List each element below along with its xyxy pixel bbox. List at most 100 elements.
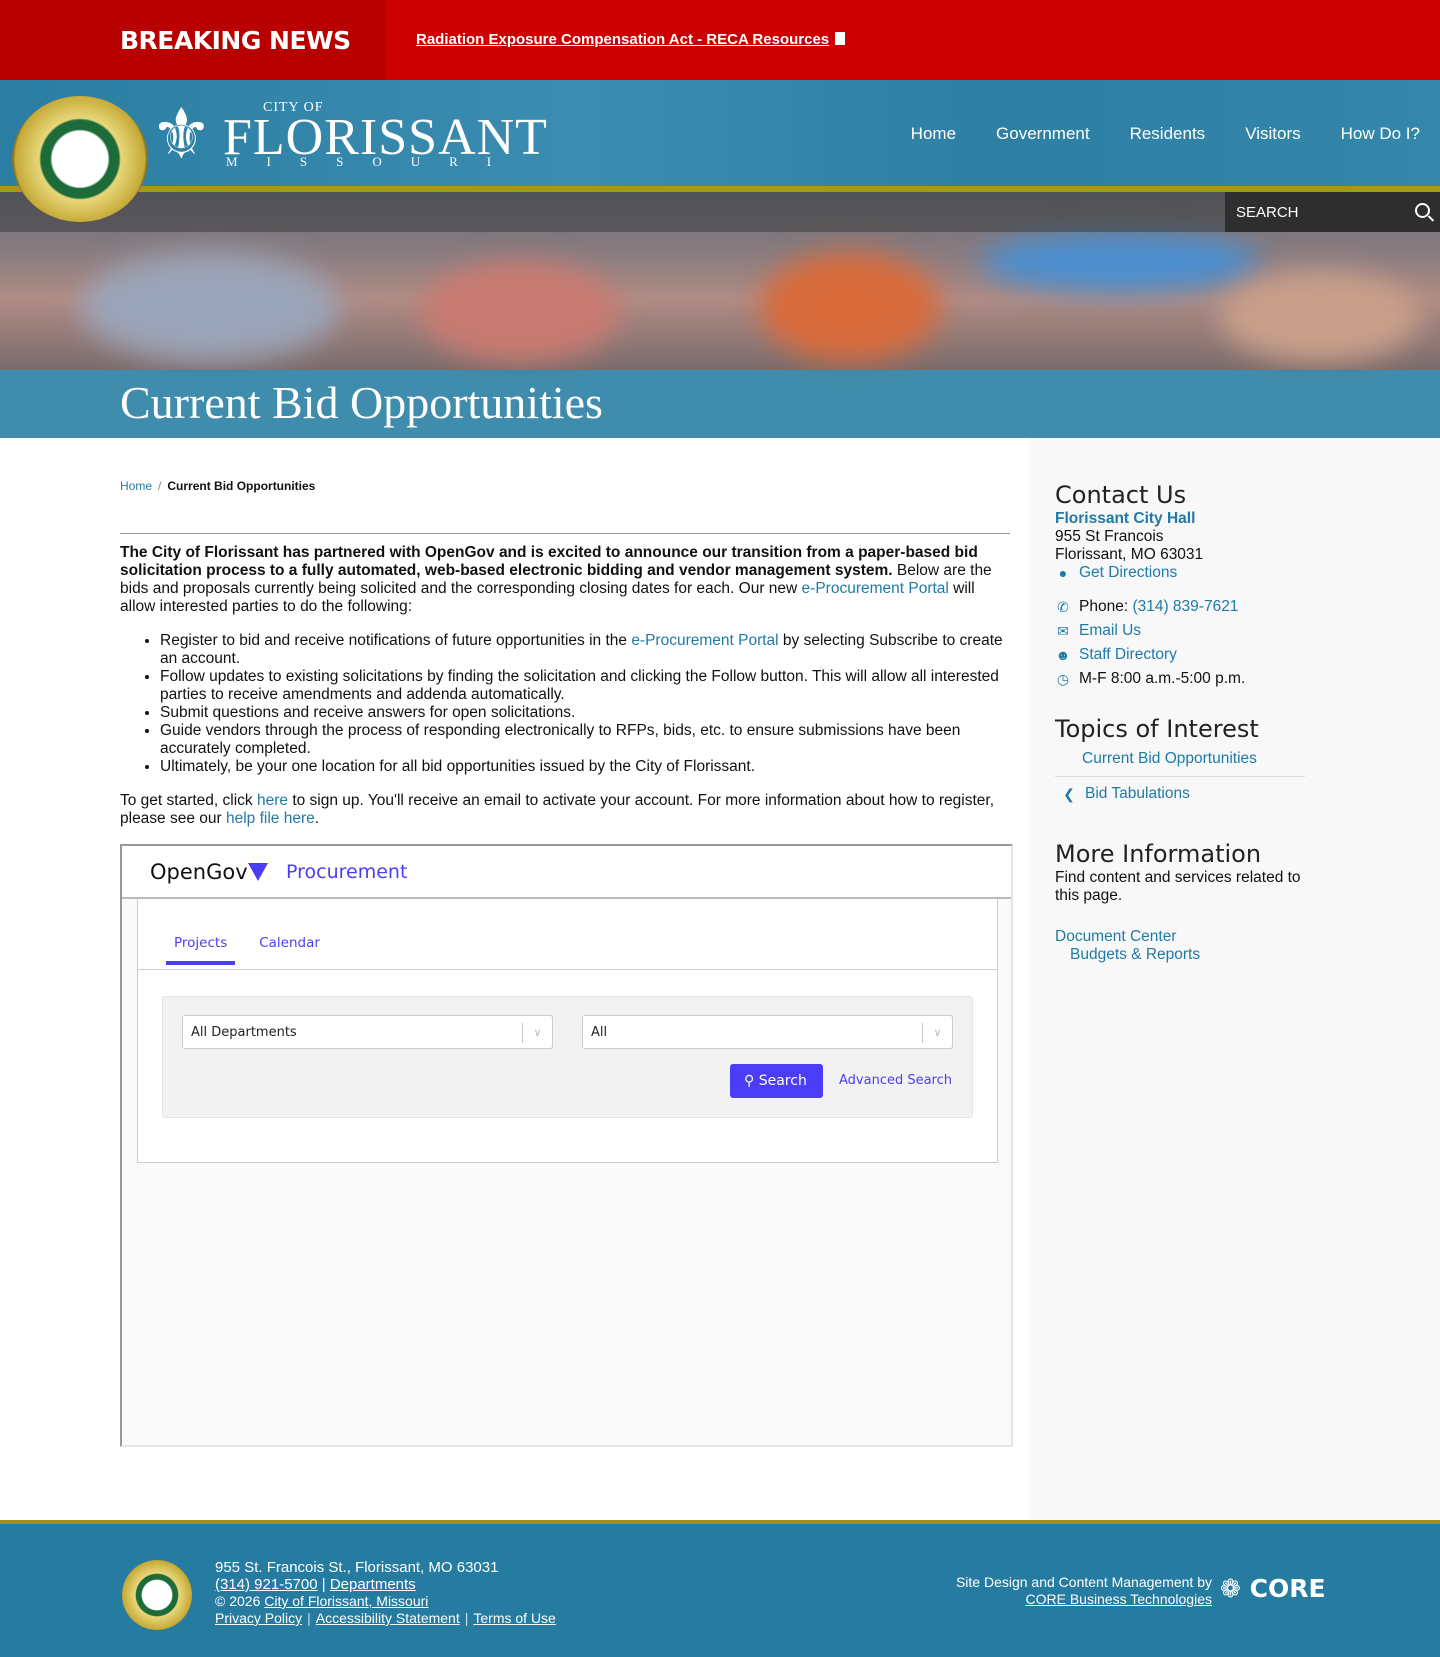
topic-current-bids[interactable]: Current Bid Opportunities <box>1082 750 1257 767</box>
nav-visitors[interactable]: Visitors <box>1245 124 1300 144</box>
intro-bold: The City of Florissant has partnered wit… <box>120 544 978 579</box>
separator: | <box>464 1610 469 1626</box>
widget-panel: Projects Calendar All Departments ∨ All ∨ … <box>137 899 998 1163</box>
core-swirl-icon: ❁ <box>1220 1574 1241 1603</box>
office-link[interactable]: Florissant City Hall <box>1055 510 1305 528</box>
feature-list: Register to bid and receive notification… <box>160 632 1010 776</box>
privacy-policy-link[interactable]: Privacy Policy <box>215 1610 302 1626</box>
list-text: Register to bid and receive notification… <box>160 632 632 649</box>
contact-heading: Contact Us <box>1055 481 1187 509</box>
start-text: To get started, click <box>120 792 257 809</box>
nav-how-do-i[interactable]: How Do I? <box>1341 124 1420 144</box>
accessibility-link[interactable]: Accessibility Statement <box>316 1610 460 1626</box>
credit-text: Site Design and Content Management by <box>955 1574 1212 1590</box>
department-select[interactable]: All Departments ∨ <box>182 1015 553 1049</box>
breaking-news-label: BREAKING NEWS <box>0 0 385 80</box>
search-button[interactable]: ⚲ Search <box>730 1064 823 1098</box>
filter-box: All Departments ∨ All ∨ ⚲ Search Advanced … <box>162 996 973 1118</box>
department-value: All Departments <box>191 1025 297 1040</box>
city-link[interactable]: City of Florissant, Missouri <box>264 1593 428 1609</box>
nav-home[interactable]: Home <box>911 124 956 144</box>
signup-link[interactable]: here <box>257 792 288 809</box>
period: . <box>314 810 320 827</box>
core-logo[interactable]: ❁ CORE <box>1220 1574 1326 1603</box>
opengov-triangle-icon <box>247 863 268 881</box>
advanced-search-link[interactable]: Advanced Search <box>839 1073 952 1088</box>
brand-text: OpenGov <box>150 860 248 884</box>
directions-link[interactable]: Get Directions <box>1079 564 1177 582</box>
topics-heading: Topics of Interest <box>1055 715 1259 743</box>
email-link[interactable]: Email Us <box>1079 622 1141 640</box>
terms-link[interactable]: Terms of Use <box>473 1610 555 1626</box>
envelope-icon: ✉ <box>1057 623 1069 639</box>
search-label: Search <box>758 1073 807 1089</box>
map-marker-icon: ● <box>1058 565 1068 581</box>
tab-calendar[interactable]: Calendar <box>251 935 328 965</box>
eprocurement-link[interactable]: e-Procurement Portal <box>802 580 949 597</box>
tab-divider <box>138 969 997 970</box>
footer-address: 955 St. Francois St., Florissant, MO 630… <box>215 1559 499 1576</box>
users-icon: ☻ <box>1055 647 1071 663</box>
page-title: Current Bid Opportunities <box>120 377 603 428</box>
site-credit: Site Design and Content Management by CO… <box>956 1574 1212 1608</box>
chevron-down-icon: ∨ <box>922 1023 952 1043</box>
search-input[interactable]: SEARCH <box>1225 192 1440 232</box>
divider <box>120 533 1010 534</box>
arrow-circle-left-icon: ❮ <box>1063 786 1075 802</box>
more-info-heading: More Information <box>1055 840 1262 868</box>
breadcrumb-separator: / <box>158 479 162 493</box>
footer-departments-link[interactable]: Departments <box>330 1576 416 1593</box>
list-item: Submit questions and receive answers for… <box>160 704 1010 722</box>
budgets-reports-link[interactable]: Budgets & Reports <box>1055 946 1305 964</box>
street-address: 955 St Francois <box>1055 528 1164 545</box>
list-item: Ultimately, be your one location for all… <box>160 758 1010 776</box>
headline-text: Radiation Exposure Compensation Act - RE… <box>416 31 830 48</box>
status-select[interactable]: All ∨ <box>582 1015 953 1049</box>
sidebar: Contact Us Florissant City Hall 955 St F… <box>1055 480 1305 964</box>
search-bar: SEARCH <box>0 192 1440 232</box>
phone-icon: ✆ <box>1057 599 1069 615</box>
footer-phone-link[interactable]: (314) 921-5700 <box>215 1576 318 1593</box>
opengov-logo: OpenGov <box>150 860 268 884</box>
fleur-de-lis-icon: ⚜ <box>150 95 213 173</box>
list-item: Follow updates to existing solicitations… <box>160 668 1010 704</box>
product-name: Procurement <box>286 861 408 883</box>
more-info-text: Find content and services related to thi… <box>1055 869 1301 904</box>
city-seal-logo[interactable] <box>12 96 148 222</box>
list-item: Guide vendors through the process of res… <box>160 722 1010 758</box>
nav-government[interactable]: Government <box>996 124 1090 144</box>
staff-directory-link[interactable]: Staff Directory <box>1079 646 1177 664</box>
topic-bid-tabulations[interactable]: Bid Tabulations <box>1085 785 1190 803</box>
widget-tabs: Projects Calendar <box>166 935 328 965</box>
hours: M-F 8:00 a.m.-5:00 p.m. <box>1079 670 1246 687</box>
core-link[interactable]: CORE Business Technologies <box>1025 1591 1212 1607</box>
opengov-procurement-widget: OpenGov Procurement Projects Calendar Al… <box>120 844 1013 1447</box>
help-file-link[interactable]: help file here <box>226 810 315 827</box>
search-icon: ⚲ <box>744 1073 759 1089</box>
breadcrumb-home[interactable]: Home <box>120 479 152 493</box>
document-center-link[interactable]: Document Center <box>1055 928 1305 946</box>
tab-projects[interactable]: Projects <box>166 935 236 965</box>
eprocurement-link[interactable]: e-Procurement Portal <box>631 632 778 649</box>
footer: 955 St. Francois St., Florissant, MO 630… <box>0 1520 1440 1657</box>
title-band: Current Bid Opportunities <box>0 370 1440 438</box>
phone-label: Phone: <box>1079 598 1133 615</box>
widget-header: OpenGov Procurement <box>122 846 1011 899</box>
chevron-down-icon: ∨ <box>522 1023 552 1043</box>
main-nav: Home Government Residents Visitors How D… <box>911 124 1420 144</box>
topic-item: Current Bid Opportunities <box>1055 744 1305 777</box>
separator: | <box>307 1610 311 1626</box>
copyright: © 2026 <box>215 1593 265 1609</box>
list-item: Register to bid and receive notification… <box>160 632 1010 668</box>
footer-seal-logo <box>122 1560 192 1630</box>
breaking-news-bar: BREAKING NEWS Radiation Exposure Compens… <box>0 0 1440 80</box>
breadcrumb: Home / Current Bid Opportunities <box>120 479 315 493</box>
pdf-icon <box>835 32 846 45</box>
status-value: All <box>591 1025 608 1040</box>
logo-state: MISSOURI <box>226 154 521 169</box>
phone-link[interactable]: (314) 839-7621 <box>1132 598 1238 615</box>
search-icon[interactable] <box>1415 203 1430 218</box>
breaking-news-link[interactable]: Radiation Exposure Compensation Act - RE… <box>416 31 846 48</box>
nav-residents[interactable]: Residents <box>1130 124 1206 144</box>
core-text: CORE <box>1249 1574 1326 1603</box>
